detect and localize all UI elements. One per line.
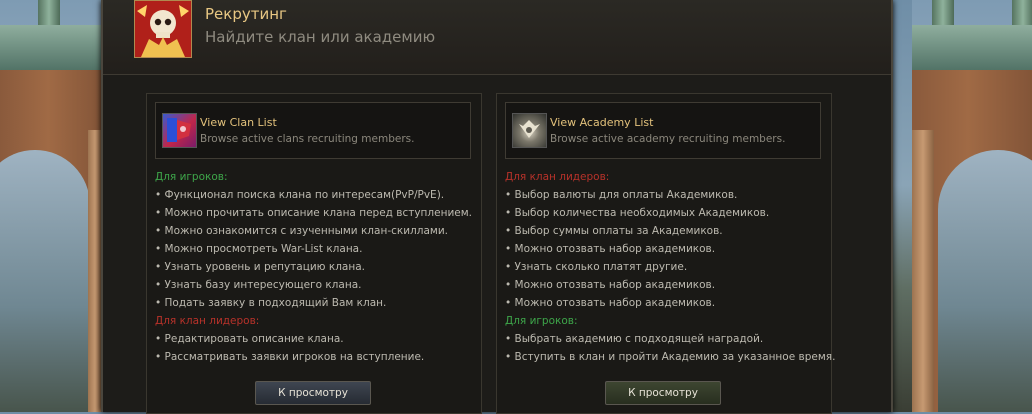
leaders-heading: Для клан лидеров: (505, 171, 610, 183)
academy-crest-icon (512, 113, 547, 148)
recruiting-window: Рекрутинг Найдите клан или академию View… (101, 0, 893, 414)
academy-panel-header: View Academy List Browse active academy … (505, 102, 821, 159)
list-item: Подать заявку в подходящий Вам клан. (155, 294, 475, 312)
academy-panel-description: Browse active academy recruiting members… (550, 133, 786, 145)
list-item: Можно просмотреть War-List клана. (155, 240, 475, 258)
list-item: Выбрать академию с подходящей наградой. (505, 330, 825, 348)
list-item: Можно ознакомится с изученными клан-скил… (155, 222, 475, 240)
clan-panel-title: View Clan List (200, 116, 277, 129)
leaders-heading: Для клан лидеров: (155, 315, 260, 327)
list-item: Узнать уровень и репутацию клана. (155, 258, 475, 276)
list-item: Выбор валюты для оплаты Академиков. (505, 186, 825, 204)
list-item: Вступить в клан и пройти Академию за ука… (505, 348, 836, 366)
view-clan-list-button[interactable]: К просмотру (255, 381, 371, 405)
list-item: Узнать базу интересующего клана. (155, 276, 475, 294)
academy-panel-title: View Academy List (550, 116, 654, 129)
list-item: Можно отозвать набор академиков. (505, 240, 825, 258)
list-item: Можно отозвать набор академиков. (505, 294, 825, 312)
window-title: Рекрутинг (205, 5, 287, 23)
clan-features-list: Для игроков: Функционал поиска клана по … (155, 168, 475, 366)
window-header: Рекрутинг Найдите клан или академию (103, 0, 891, 75)
clan-banner-icon (162, 113, 197, 148)
clan-panel-header: View Clan List Browse active clans recru… (155, 102, 471, 159)
players-heading: Для игроков: (155, 171, 228, 183)
background-scene-right (912, 0, 1032, 412)
skull-emblem-icon (134, 0, 192, 58)
list-item: Выбор количества необходимых Академиков. (505, 204, 825, 222)
list-item: Редактировать описание клана. (155, 330, 475, 348)
list-item: Выбор суммы оплаты за Академиков. (505, 222, 825, 240)
clan-panel-description: Browse active clans recruiting members. (200, 133, 415, 145)
list-item: Функционал поиска клана по интересам(PvP… (155, 186, 475, 204)
academy-features-list: Для клан лидеров: Выбор валюты для оплат… (505, 168, 836, 366)
view-academy-list-button[interactable]: К просмотру (605, 381, 721, 405)
list-item: Узнать сколько платят другие. (505, 258, 825, 276)
academy-list-panel: View Academy List Browse active academy … (496, 93, 836, 414)
list-item: Можно прочитать описание клана перед вст… (155, 204, 475, 222)
list-item: Можно отозвать набор академиков. (505, 276, 825, 294)
players-heading: Для игроков: (505, 315, 578, 327)
clan-list-panel: View Clan List Browse active clans recru… (146, 93, 482, 414)
list-item: Рассматривать заявки игроков на вступлен… (155, 348, 475, 366)
window-subtitle: Найдите клан или академию (205, 28, 436, 46)
